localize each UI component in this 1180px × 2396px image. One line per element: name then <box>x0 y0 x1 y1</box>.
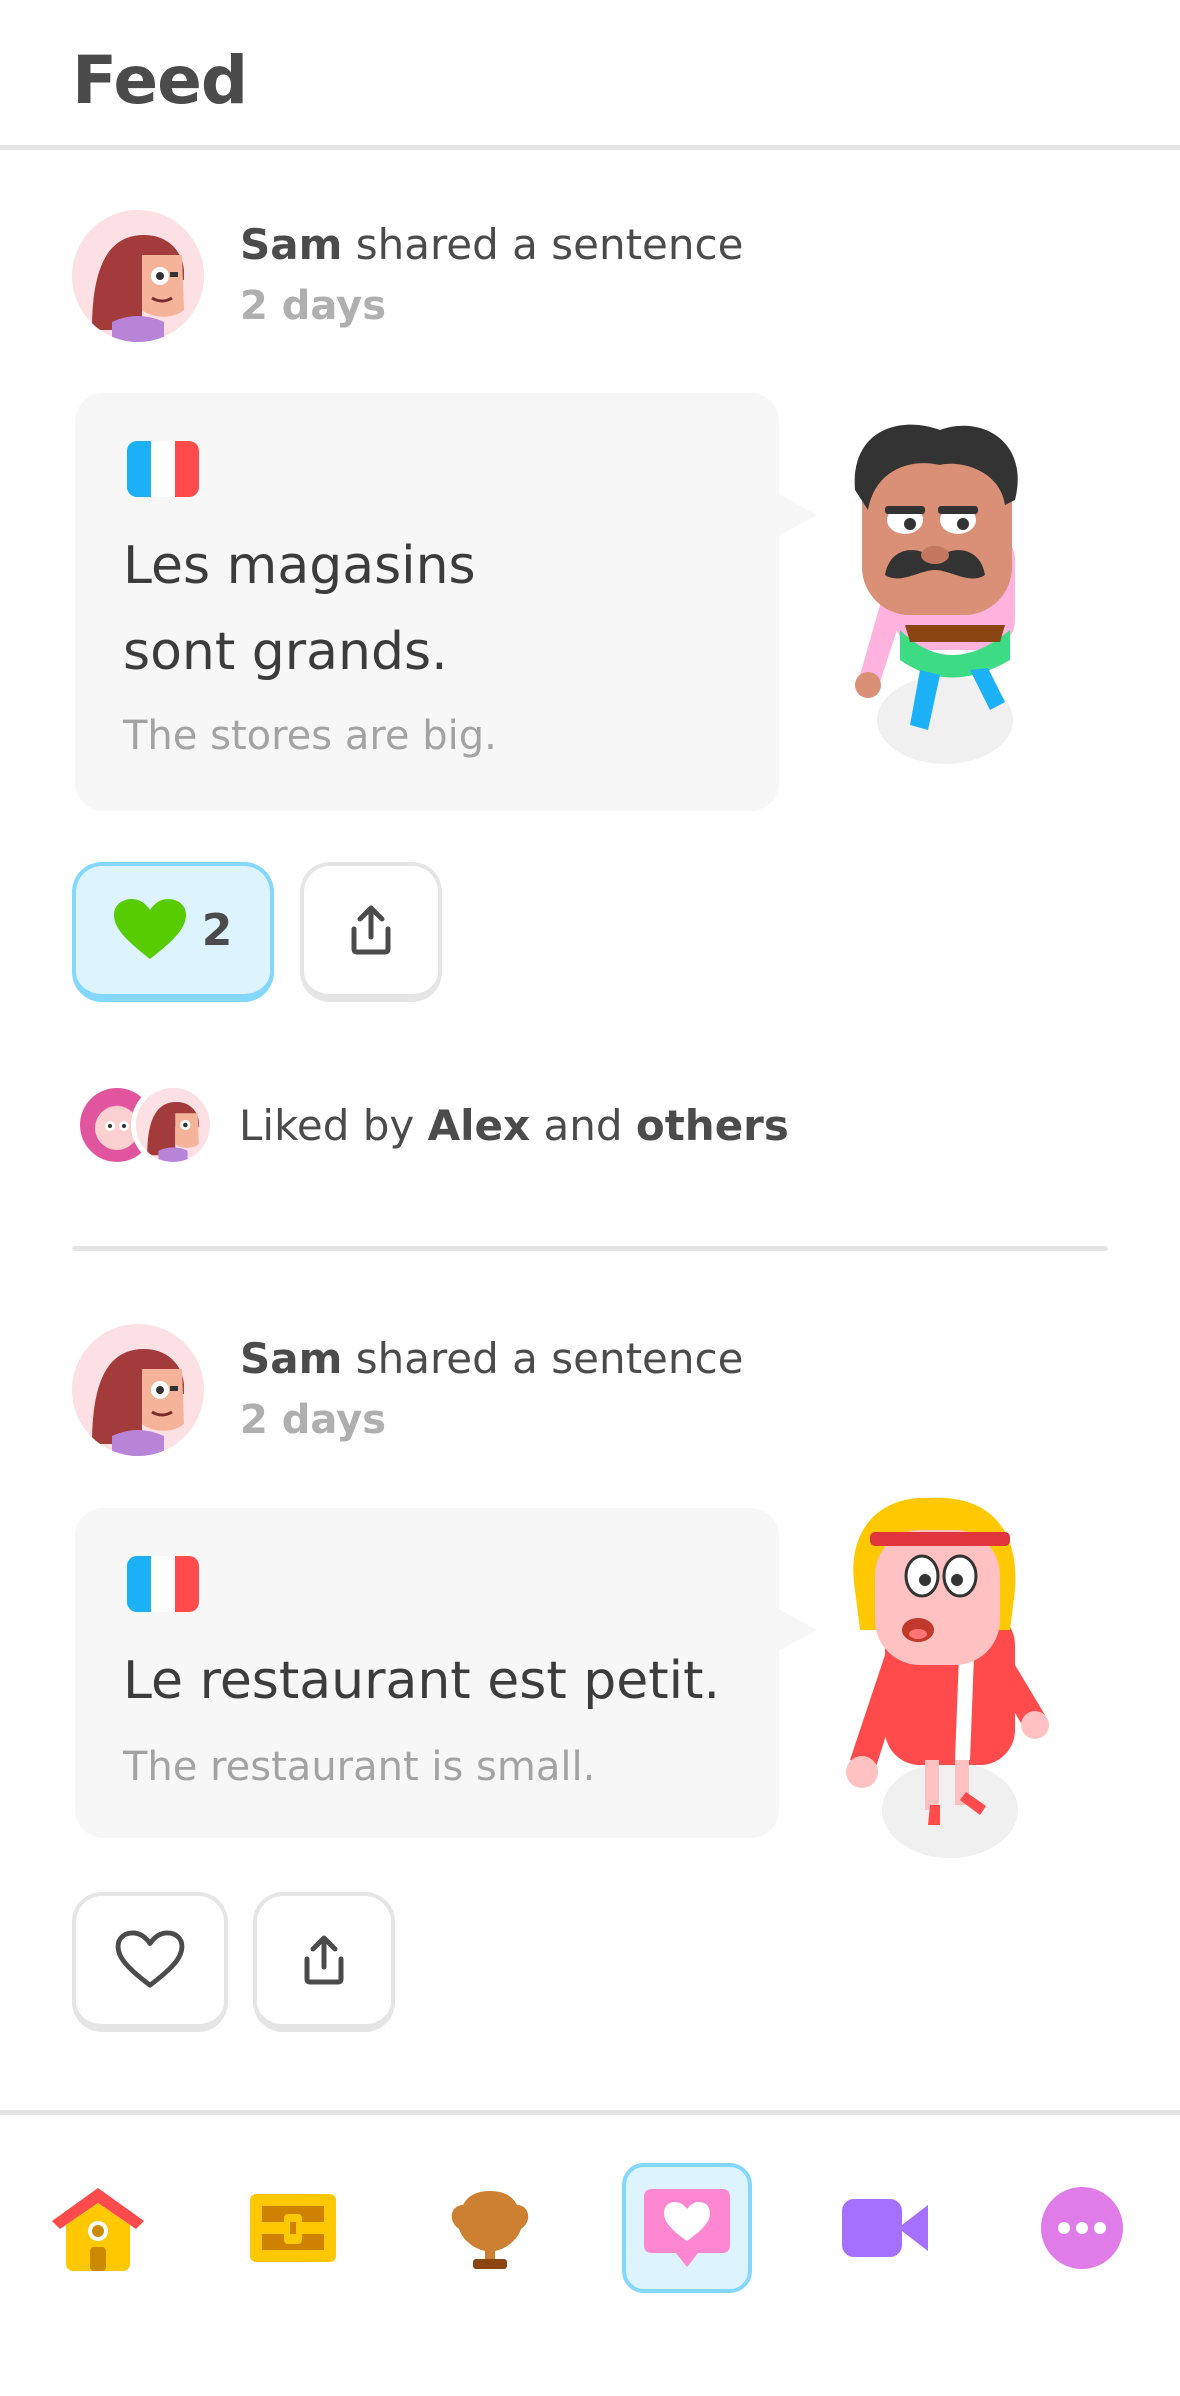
translation-text: The stores are big. <box>123 713 497 759</box>
avatar-face-icon <box>136 1088 210 1162</box>
post-time: 2 days <box>240 283 387 329</box>
bottom-tab-bar <box>0 2110 1180 2396</box>
sentence-text: Le restaurant est petit. <box>123 1638 720 1724</box>
post-meta: Sam shared a sentence 2 days <box>240 1334 743 1443</box>
tab-more[interactable] <box>1017 2163 1147 2293</box>
post-headline: Sam shared a sentence <box>240 1334 743 1383</box>
share-button[interactable] <box>300 862 442 1002</box>
sentence-line: Les magasins <box>123 536 476 596</box>
tab-leaderboard[interactable] <box>425 2163 555 2293</box>
like-button[interactable]: 2 <box>72 862 274 1002</box>
post-action: shared a sentence <box>355 220 744 269</box>
liked-by-text: Liked by Alex and others <box>239 1101 789 1150</box>
liked-by-and: and <box>543 1100 623 1150</box>
share-icon <box>351 905 391 955</box>
post-time: 2 days <box>240 1397 387 1443</box>
liked-by-prefix: Liked by <box>239 1100 415 1150</box>
french-flag-icon <box>127 441 199 497</box>
video-icon <box>842 2199 928 2257</box>
tab-video[interactable] <box>820 2163 950 2293</box>
post-divider <box>72 1246 1108 1251</box>
sentence-line: sont grands. <box>123 622 448 682</box>
avatar-face-icon <box>72 210 204 342</box>
heart-filled-icon <box>113 899 186 959</box>
tab-chest[interactable] <box>228 2163 358 2293</box>
liked-by-name: Alex <box>427 1100 531 1150</box>
sentence-text: Les magasins sont grands. <box>123 523 476 695</box>
avatar[interactable] <box>72 210 204 342</box>
french-flag-icon <box>127 1556 199 1612</box>
chest-icon <box>250 2194 336 2262</box>
sentence-bubble: Le restaurant est petit. The restaurant … <box>75 1508 817 1838</box>
character-illustration <box>846 1497 1049 1858</box>
avatar-face-icon <box>72 1324 204 1456</box>
post-action: shared a sentence <box>355 1334 744 1383</box>
character-illustration <box>854 424 1018 764</box>
post-author[interactable]: Sam <box>240 1334 342 1383</box>
avatar[interactable] <box>72 1324 204 1456</box>
post-author[interactable]: Sam <box>240 220 342 269</box>
sentence-bubble: Les magasins sont grands. The stores are… <box>75 393 817 811</box>
more-icon <box>1041 2187 1123 2269</box>
like-count: 2 <box>201 904 233 956</box>
like-button[interactable] <box>72 1892 228 2032</box>
feed-icon <box>644 2189 730 2267</box>
post-headline: Sam shared a sentence <box>240 220 743 269</box>
post-meta: Sam shared a sentence 2 days <box>240 220 743 329</box>
home-icon <box>52 2188 144 2271</box>
share-icon <box>304 1935 344 1985</box>
page-title: Feed <box>72 42 248 119</box>
share-button[interactable] <box>253 1892 395 2032</box>
trophy-icon <box>451 2191 529 2269</box>
translation-text: The restaurant is small. <box>123 1744 596 1790</box>
avatar <box>131 1083 215 1167</box>
tab-feed[interactable] <box>622 2163 752 2293</box>
sentence-line: Le restaurant est petit. <box>123 1651 720 1711</box>
liked-by-row[interactable]: Liked by Alex and others <box>75 1080 789 1170</box>
liked-by-others: others <box>635 1100 789 1150</box>
tab-home[interactable] <box>33 2163 163 2293</box>
heart-outline-icon <box>115 1930 185 1988</box>
header: Feed <box>0 0 1180 150</box>
